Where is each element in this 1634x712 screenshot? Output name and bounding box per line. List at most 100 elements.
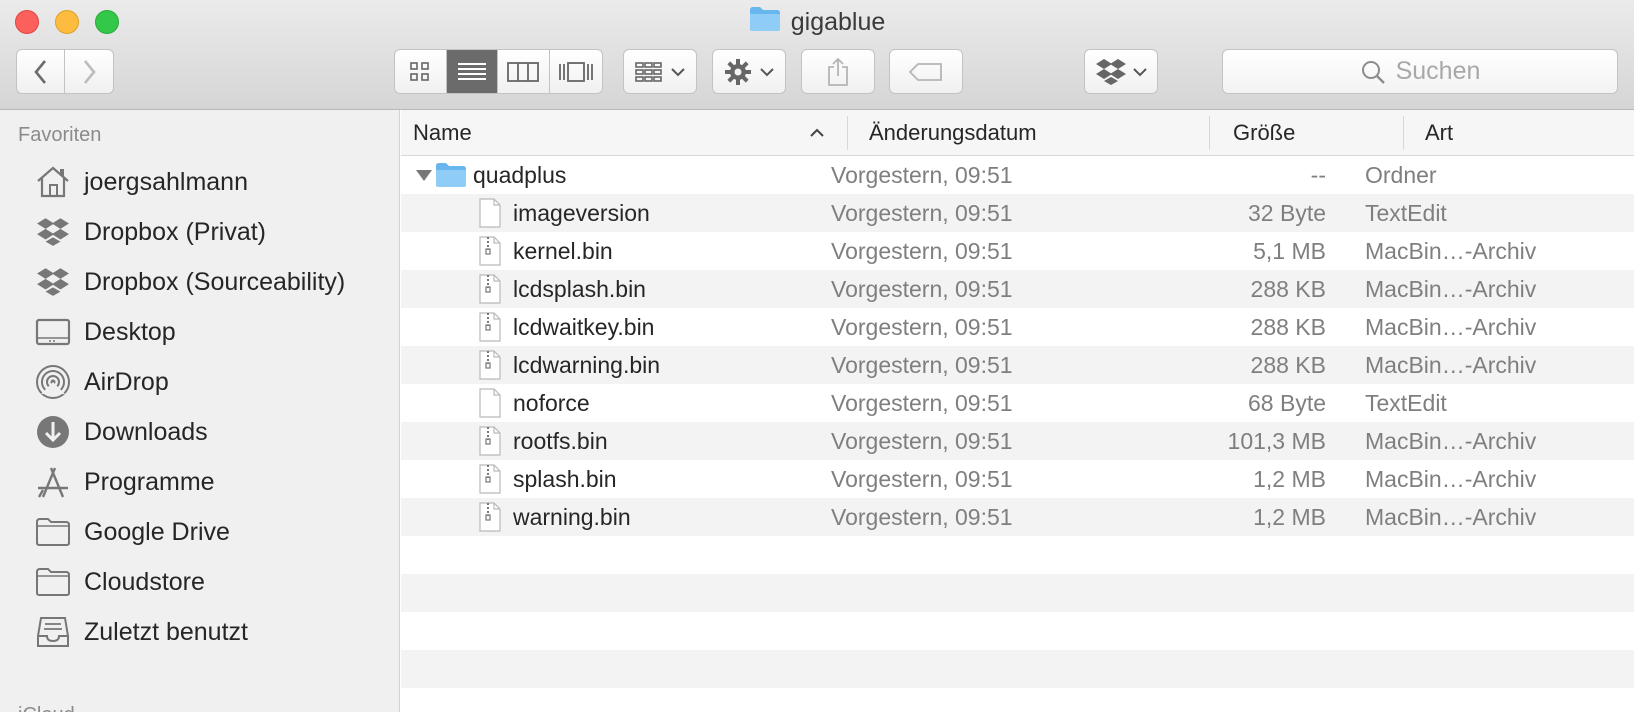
- sidebar-item-programme[interactable]: Programme: [34, 462, 394, 502]
- disclosure-triangle-icon[interactable]: [415, 156, 433, 194]
- sidebar-item-desktop[interactable]: Desktop: [34, 312, 394, 352]
- dropbox-icon: [1096, 58, 1126, 85]
- modified-date: Vorgestern, 09:51: [831, 275, 1013, 302]
- file-kind: MacBin…-Archiv: [1365, 503, 1537, 530]
- sidebar-item-label: Dropbox (Sourceability): [84, 267, 346, 296]
- sidebar-item-google-drive[interactable]: Google Drive: [34, 512, 394, 552]
- sidebar-item-dropbox-sourceability[interactable]: Dropbox (Sourceability): [34, 262, 394, 302]
- file-row[interactable]: lcdwaitkey.bin Vorgestern, 09:51 288 KB Mac…: [401, 308, 1634, 346]
- column-view-button[interactable]: [498, 50, 550, 93]
- search-placeholder: Suchen: [1395, 57, 1481, 85]
- share-button[interactable]: [801, 49, 875, 94]
- text-file-icon: [479, 384, 501, 422]
- desktop-icon: [34, 313, 72, 351]
- dropbox-icon: [34, 263, 72, 301]
- chevron-down-icon: [1133, 67, 1147, 76]
- file-row[interactable]: splash.bin Vorgestern, 09:51 1,2 MB MacBin……: [401, 460, 1634, 498]
- file-name: rootfs.bin: [513, 427, 608, 454]
- archive-file-icon: [479, 498, 501, 536]
- file-name: noforce: [513, 389, 590, 416]
- file-name: imageversion: [513, 199, 650, 226]
- sidebar-item-label: Cloudstore: [84, 567, 205, 596]
- sidebar-item-label: AirDrop: [84, 367, 169, 396]
- column-header-name[interactable]: Name: [413, 110, 825, 156]
- modified-date: Vorgestern, 09:51: [831, 161, 1013, 188]
- chevron-down-icon: [760, 67, 774, 76]
- navigation-buttons: [16, 49, 114, 94]
- file-row[interactable]: rootfs.bin Vorgestern, 09:51 101,3 MB MacBi…: [401, 422, 1634, 460]
- file-size: 101,3 MB: [1227, 427, 1326, 454]
- sidebar: Favoriten joergsahlmann Dropbox (Privat)…: [0, 110, 400, 712]
- folder-icon: [34, 563, 72, 601]
- text-file-icon: [479, 194, 501, 232]
- file-row[interactable]: imageversion Vorgestern, 09:51 32 Byte Text…: [401, 194, 1634, 232]
- file-row[interactable]: warning.bin Vorgestern, 09:51 1,2 MB MacBin…: [401, 498, 1634, 536]
- empty-row: [401, 574, 1634, 612]
- search-icon: [1361, 60, 1385, 84]
- window-title: gigablue: [790, 7, 886, 36]
- chevron-down-icon: [671, 67, 685, 76]
- sidebar-item-dropbox-privat[interactable]: Dropbox (Privat): [34, 212, 394, 252]
- modified-date: Vorgestern, 09:51: [831, 389, 1013, 416]
- file-size: 288 KB: [1250, 351, 1326, 378]
- file-kind: TextEdit: [1365, 389, 1447, 416]
- columns-icon: [507, 61, 540, 82]
- forward-button[interactable]: [65, 50, 113, 93]
- column-header-kind[interactable]: Art: [1425, 110, 1625, 156]
- file-kind: MacBin…-Archiv: [1365, 351, 1537, 378]
- chevron-right-icon: [83, 59, 96, 84]
- modified-date: Vorgestern, 09:51: [831, 237, 1013, 264]
- file-name: lcdsplash.bin: [513, 275, 646, 302]
- column-header-date[interactable]: Änderungsdatum: [869, 110, 1209, 156]
- arrange-button[interactable]: [623, 49, 697, 94]
- file-name: kernel.bin: [513, 237, 613, 264]
- gear-icon: [725, 58, 751, 85]
- list-view-button[interactable]: [446, 50, 498, 93]
- sidebar-item-label: joergsahlmann: [84, 167, 248, 196]
- file-row[interactable]: kernel.bin Vorgestern, 09:51 5,1 MB MacBin……: [401, 232, 1634, 270]
- archive-file-icon: [479, 232, 501, 270]
- sidebar-item-cloudstore[interactable]: Cloudstore: [34, 562, 394, 602]
- file-size: 68 Byte: [1248, 389, 1326, 416]
- empty-row: [401, 536, 1634, 574]
- column-header-size[interactable]: Größe: [1233, 110, 1403, 156]
- modified-date: Vorgestern, 09:51: [831, 351, 1013, 378]
- sidebar-item-home[interactable]: joergsahlmann: [34, 162, 394, 202]
- grid-icon: [410, 61, 430, 81]
- sidebar-item-airdrop[interactable]: AirDrop: [34, 362, 394, 402]
- file-list: Name Änderungsdatum Größe Art quadplus Vo…: [401, 110, 1634, 712]
- file-kind: Ordner: [1365, 161, 1437, 188]
- search-field[interactable]: Suchen: [1222, 49, 1618, 94]
- folder-row[interactable]: quadplus Vorgestern, 09:51 -- Ordner: [401, 156, 1634, 194]
- tag-icon: [908, 62, 942, 81]
- file-name: splash.bin: [513, 465, 617, 492]
- action-menu-button[interactable]: [712, 49, 786, 94]
- dropbox-menu-button[interactable]: [1084, 49, 1158, 94]
- sidebar-item-zuletzt-benutzt[interactable]: Zuletzt benutzt: [34, 612, 394, 652]
- file-row[interactable]: lcdwarning.bin Vorgestern, 09:51 288 KB Mac…: [401, 346, 1634, 384]
- empty-row: [401, 688, 1634, 712]
- tag-button[interactable]: [889, 49, 963, 94]
- archive-file-icon: [479, 270, 501, 308]
- airdrop-icon: [34, 363, 72, 401]
- sort-ascending-icon: [810, 128, 824, 137]
- sidebar-item-label: Programme: [84, 467, 215, 496]
- cover-flow-view-button[interactable]: [550, 50, 602, 93]
- file-row[interactable]: noforce Vorgestern, 09:51 68 Byte TextEdit: [401, 384, 1634, 422]
- file-rows: quadplus Vorgestern, 09:51 -- Ordner imageve…: [401, 156, 1634, 712]
- file-row[interactable]: lcdsplash.bin Vorgestern, 09:51 288 KB MacB…: [401, 270, 1634, 308]
- folder-icon: [34, 513, 72, 551]
- icloud-heading: iCloud: [18, 704, 75, 712]
- window-title-area: gigablue: [0, 6, 1634, 38]
- file-name: lcdwarning.bin: [513, 351, 661, 378]
- sidebar-item-downloads[interactable]: Downloads: [34, 412, 394, 452]
- file-kind: MacBin…-Archiv: [1365, 313, 1537, 340]
- column-header-bar: Name Änderungsdatum Größe Art: [401, 110, 1634, 156]
- modified-date: Vorgestern, 09:51: [831, 427, 1013, 454]
- back-button[interactable]: [17, 50, 66, 93]
- icon-view-button[interactable]: [395, 50, 447, 93]
- applications-icon: [34, 463, 72, 501]
- arrange-icon: [635, 61, 662, 82]
- window-toolbar: gigablue Suchen: [0, 0, 1634, 110]
- view-mode-selector: [394, 49, 603, 94]
